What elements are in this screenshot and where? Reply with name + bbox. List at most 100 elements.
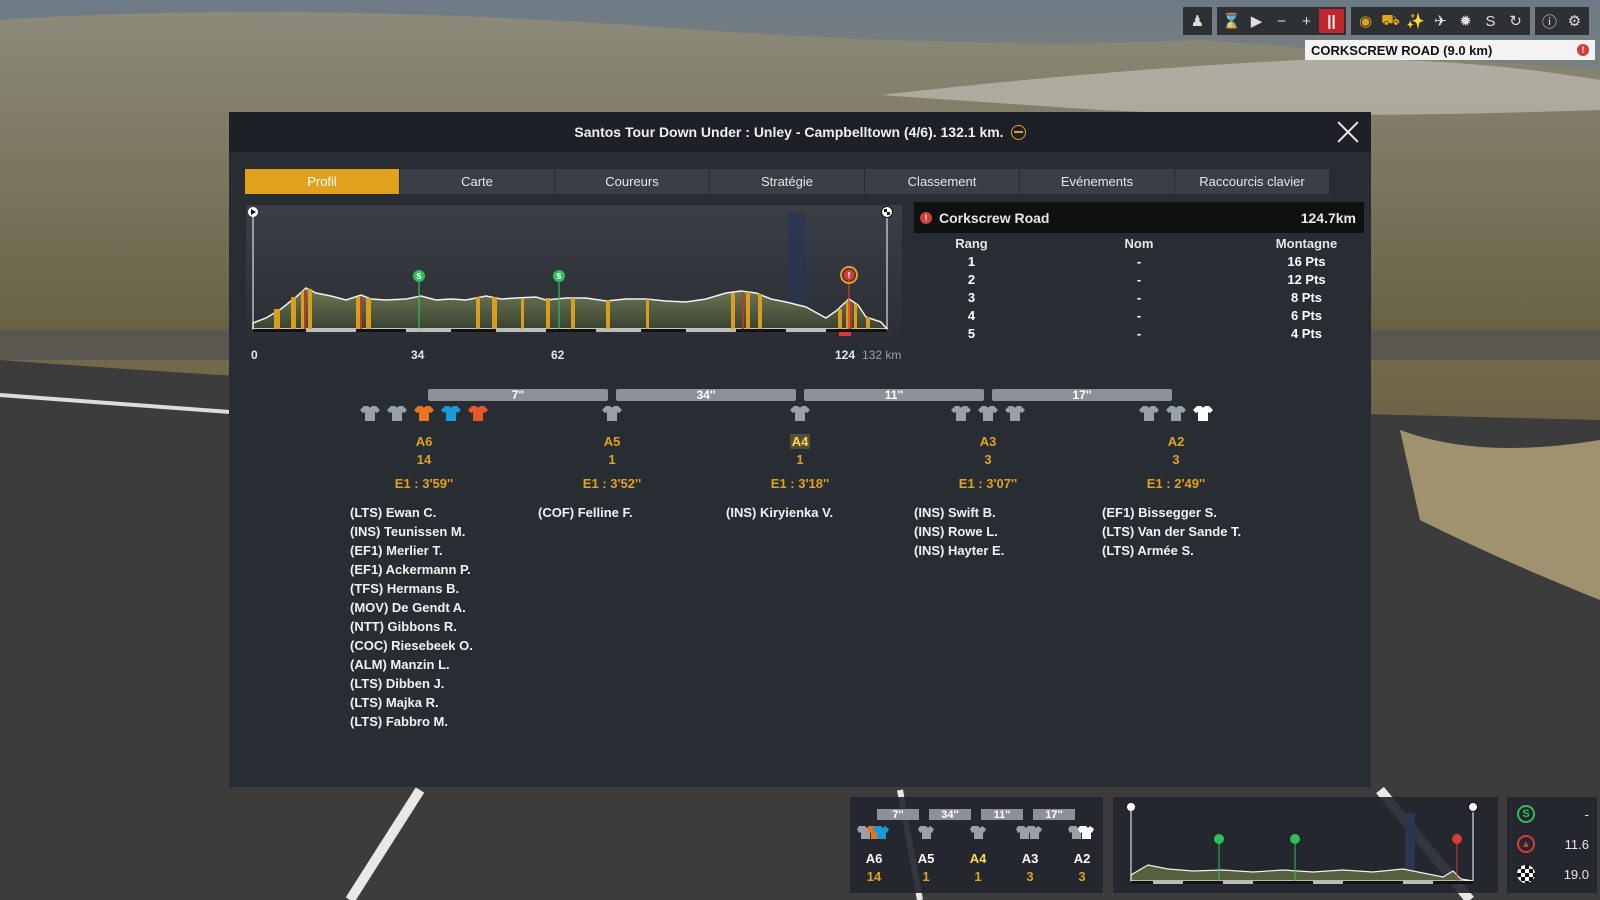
rider-entry[interactable]: (INS) Kiryienka V. [726,503,833,522]
tab-bar: Profil Carte Coureurs Stratégie Classeme… [245,169,1330,194]
play-icon[interactable]: ▶ [1244,9,1269,33]
points: 12 Pts [1287,271,1326,287]
rider-entry[interactable]: (INS) Hayter E. [914,541,1004,560]
gap-bar-1: 7'' [428,389,608,401]
mini-groups-widget[interactable]: 7'' 34'' 11'' 17'' A6 14 A5 1 A4 1 A3 3 … [850,797,1103,893]
rider-entry[interactable]: (INS) Teunissen M. [350,522,473,541]
rider-entry[interactable]: (COC) Riesebeek O. [350,636,473,655]
helicopter-icon[interactable]: ✨ [1403,9,1428,33]
stage-profile-chart: S S ! [246,205,902,345]
toolbar-group-speed: ⌛ ▶ − + || [1217,7,1346,35]
stat-sprint-value: - [1584,806,1589,822]
mini-group-a2[interactable]: A2 3 [1061,824,1103,884]
group-a6[interactable]: A6 14 E1 : 3'59'' [334,405,514,491]
climb-info: ! Corkscrew Road 124.7km Rang Nom Montag… [914,202,1364,342]
group-a3[interactable]: A3 3 E1 : 3'07'' [898,405,1078,491]
race-title: Santos Tour Down Under : Unley - Campbel… [574,124,1004,140]
rider-entry[interactable]: (INS) Rowe L. [914,522,1004,541]
rider-entry[interactable]: (LTS) Ewan C. [350,503,473,522]
motorbike-icon[interactable]: ⛟ [1378,9,1403,33]
rider-entry[interactable]: (LTS) Fabbro M. [350,712,473,731]
rider-name: - [1136,253,1142,269]
current-climb-label[interactable]: CORKSCREW ROAD (9.0 km) ! [1305,40,1595,60]
tab-evenements[interactable]: Evénements [1020,169,1174,194]
km-label-0: 0 [251,348,258,362]
mini-group-count: 1 [922,869,930,884]
mini-profile-widget[interactable] [1113,797,1498,893]
group-time: E1 : 3'18'' [770,476,830,491]
rider-entry[interactable]: (INS) Swift B. [914,503,1004,522]
info-icon[interactable]: ⓘ [1537,9,1562,33]
tab-raccourcis[interactable]: Raccourcis clavier [1175,169,1329,194]
jersey-icon [1016,826,1042,839]
rider-icon[interactable]: ♟ [1185,9,1210,33]
tab-strategie[interactable]: Stratégie [710,169,864,194]
toolbar-group-camera: ◉ ⛟ ✨ ✈ ✹ S ↻ [1351,7,1530,35]
rider-name: - [1136,289,1142,305]
group-a5[interactable]: A5 1 E1 : 3'52'' [522,405,702,491]
rider-entry[interactable]: (MOV) De Gendt A. [350,598,473,617]
km-label-124: 124 [835,348,856,362]
mini-group-a5[interactable]: A5 1 [905,824,947,884]
plane-icon[interactable]: ✈ [1428,9,1453,33]
rider-entry[interactable]: (NTT) Gibbons R. [350,617,473,636]
group-jerseys [334,405,514,425]
wheel-icon[interactable]: ✹ [1453,9,1478,33]
mini-group-a3[interactable]: A3 3 [1009,824,1051,884]
sprint-icon: S [1517,805,1535,823]
rider-entry[interactable]: (EF1) Merlier T. [350,541,473,560]
tab-carte[interactable]: Carte [400,169,554,194]
rider-entry[interactable]: (EF1) Bissegger S. [1102,503,1241,522]
rank: 3 [967,289,976,305]
hourglass-icon[interactable]: ⌛ [1219,9,1244,33]
minus-icon[interactable]: − [1269,9,1294,33]
rider-entry[interactable]: (LTS) Armée S. [1102,541,1241,560]
svg-text:S: S [556,272,562,281]
table-row: 3 - 8 Pts [914,288,1364,306]
tab-classement[interactable]: Classement [865,169,1019,194]
points: 4 Pts [1290,325,1323,341]
rider-entry[interactable]: (LTS) Van der Sande T. [1102,522,1241,541]
toolbar-group-system: ⓘ ⚙ [1535,7,1589,35]
stage-profile[interactable]: S S ! 0 34 62 124 132 km [246,205,902,365]
plus-icon[interactable]: + [1294,9,1319,33]
alert-icon: ! [1577,44,1589,56]
group-a4[interactable]: A4 1 E1 : 3'18'' [710,405,890,491]
rider-entry[interactable]: (TFS) Hermans B. [350,579,473,598]
group-jerseys [898,405,1078,425]
group-a2[interactable]: A2 3 E1 : 2'49'' [1086,405,1266,491]
group-time: E1 : 3'07'' [958,476,1018,491]
tab-coureurs[interactable]: Coureurs [555,169,709,194]
rider-entry[interactable]: (ALM) Manzin L. [350,655,473,674]
group-count: 3 [984,452,992,467]
gear-icon[interactable]: ⚙ [1562,9,1587,33]
rider-list-a4: (INS) Kiryienka V. [726,503,833,522]
mini-gap-4: 17'' [1033,809,1075,821]
pause-icon[interactable]: || [1319,9,1344,33]
mini-gap-1: 7'' [877,809,919,821]
rider-entry[interactable]: (LTS) Majka R. [350,693,473,712]
tab-profil[interactable]: Profil [245,169,399,194]
group-count: 3 [1172,452,1180,467]
eye-icon[interactable]: ◉ [1353,9,1378,33]
points: 6 Pts [1290,307,1323,323]
group-time: E1 : 3'52'' [582,476,642,491]
mini-group-name: A5 [917,851,935,866]
jersey-icon [970,826,986,839]
sprint-icon[interactable]: S [1478,9,1503,33]
group-jerseys [710,405,890,425]
climb-points-table: Rang Nom Montagne 1 - 16 Pts 2 - 12 Pts 3 - 8 … [914,234,1364,342]
mini-group-a6[interactable]: A6 14 [853,824,895,884]
finish-flag-icon [881,206,893,218]
rider-entry[interactable]: (EF1) Ackermann P. [350,560,473,579]
stat-finish: 19.0 [1507,862,1597,886]
rider-entry[interactable]: (COF) Felline F. [538,503,633,522]
refresh-icon[interactable]: ↻ [1503,9,1528,33]
close-button[interactable] [1333,117,1363,147]
rider-entry[interactable]: (LTS) Dibben J. [350,674,473,693]
mini-group-a4[interactable]: A4 1 [957,824,999,884]
rank: 2 [967,271,976,287]
group-count: 1 [796,452,804,467]
group-name: A6 [415,434,433,449]
mini-group-name: A2 [1073,851,1091,866]
